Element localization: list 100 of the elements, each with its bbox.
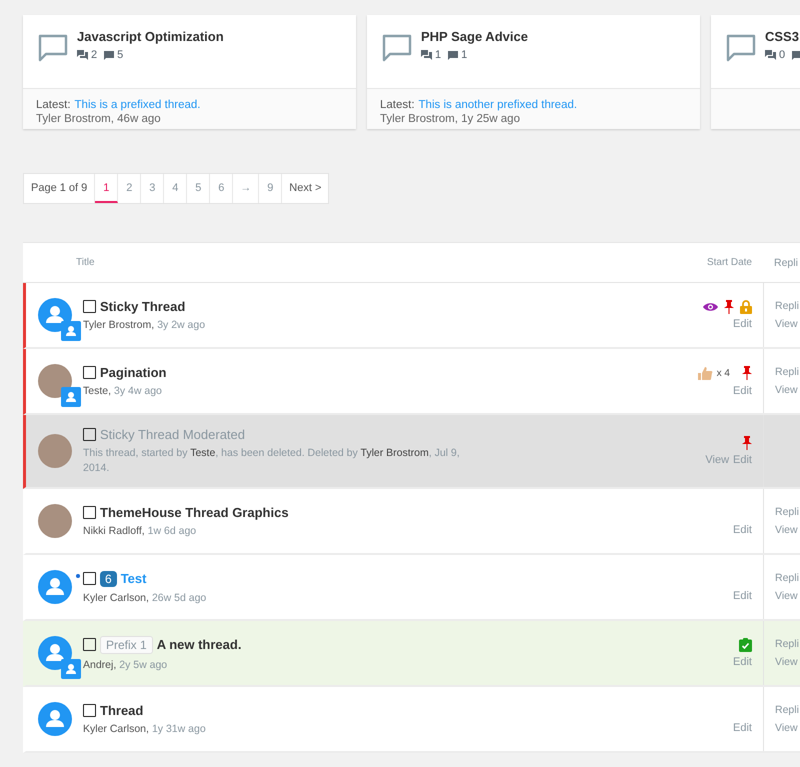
thread-row[interactable]: Sticky Thread Tyler Brostrom, 3y 2w ago Edit Repli View: [23, 283, 800, 349]
photo-placeholder[interactable]: [38, 504, 72, 538]
author-name[interactable]: Tyler Brostrom,: [83, 319, 154, 331]
like-count: x 4: [716, 368, 730, 378]
lock-icon: [740, 300, 752, 314]
pin-icon: [742, 436, 752, 450]
stat-label: Repli: [775, 572, 800, 584]
author-name[interactable]: Kyler Carlson,: [83, 723, 149, 735]
stat-label: View: [775, 590, 799, 602]
post-time: 3y 2w ago: [157, 319, 206, 331]
page-link[interactable]: →: [233, 174, 260, 203]
thread-row[interactable]: Prefix 1 A new thread. Andrej, 2y 5w ago Edit Repli View: [23, 621, 800, 687]
stat-label: View: [775, 384, 799, 396]
thread-title[interactable]: Test: [120, 571, 146, 586]
pin-icon: [742, 366, 752, 380]
eye-icon: [703, 302, 718, 312]
thread-count: 1: [435, 49, 442, 61]
thread-title[interactable]: Thread: [100, 703, 144, 718]
thread-title[interactable]: Pagination: [100, 365, 166, 380]
author-name[interactable]: Teste,: [83, 385, 112, 397]
threads-icon: [77, 50, 88, 60]
stat-label: Repli: [775, 638, 800, 650]
stat-label: View: [775, 722, 799, 734]
action-link[interactable]: Edit: [733, 590, 752, 602]
post-time: 26w 5d ago: [152, 592, 206, 604]
column-header[interactable]: Repli: [774, 256, 800, 268]
speech-bubble-icon: [382, 34, 412, 62]
action-link[interactable]: Edit: [733, 454, 752, 466]
stat-label: Repli: [775, 704, 800, 716]
message-count: 5: [117, 49, 124, 61]
thread-count: 2: [91, 49, 98, 61]
thread-row[interactable]: Thread Kyler Carlson, 1y 31w ago Edit Repli View: [23, 687, 800, 753]
action-link[interactable]: Edit: [733, 318, 752, 330]
select-checkbox[interactable]: [83, 300, 96, 313]
latest-thread-link[interactable]: This is a prefixed thread.: [74, 99, 200, 111]
stat-label: View: [775, 524, 799, 536]
action-link[interactable]: View: [705, 454, 730, 466]
photo-placeholder[interactable]: [38, 364, 72, 398]
author-name[interactable]: Nikki Radloff,: [83, 525, 145, 537]
deleted-message: This thread, started by Teste, has been deleted. Deleted by Tyler Brostrom, Jul 9, 2014.: [83, 446, 461, 476]
select-checkbox[interactable]: [83, 572, 96, 585]
stat-label: View: [775, 656, 799, 668]
message-icon: [448, 50, 458, 60]
author-name[interactable]: Kyler Carlson,: [83, 592, 149, 604]
thread-title[interactable]: Sticky Thread Moderated: [100, 426, 245, 442]
avatar-icon[interactable]: [38, 298, 72, 332]
clipboard-check-icon: [739, 638, 752, 652]
forum-title[interactable]: PHP Sage Advice: [421, 29, 528, 44]
thread-row[interactable]: ThemeHouse Thread Graphics Nikki Radloff, 1w 6d ago Edit Repli View: [23, 489, 800, 555]
next-page-link[interactable]: Next >: [282, 174, 328, 203]
select-checkbox[interactable]: [83, 366, 96, 379]
thread-count: 0: [779, 49, 786, 61]
post-time: 1w 6d ago: [148, 525, 196, 537]
latest-thread-link[interactable]: This is another prefixed thread.: [418, 99, 578, 111]
message-icon: [792, 50, 800, 60]
prefix-label[interactable]: Prefix 1: [100, 636, 153, 654]
page-link[interactable]: 9: [259, 174, 282, 203]
page-label: Page 1 of 9: [24, 174, 96, 203]
threads-icon: [421, 50, 432, 60]
column-header[interactable]: Title: [76, 257, 95, 268]
select-checkbox[interactable]: [83, 704, 96, 717]
latest-label: Latest:: [36, 99, 71, 111]
forum-title[interactable]: CSS3: [765, 29, 800, 44]
page-link[interactable]: 2: [118, 174, 142, 203]
thread-title[interactable]: ThemeHouse Thread Graphics: [100, 505, 289, 520]
page-link[interactable]: 3: [141, 174, 164, 203]
stat-label: Repli: [775, 506, 800, 518]
avatar-icon[interactable]: [38, 636, 72, 670]
stat-label: Repli: [775, 366, 800, 378]
action-link[interactable]: Edit: [733, 384, 752, 396]
author-name[interactable]: Andrej,: [83, 658, 116, 670]
speech-bubble-icon: [726, 34, 756, 62]
action-link[interactable]: Edit: [733, 722, 752, 734]
page-link[interactable]: 4: [164, 174, 188, 203]
column-header[interactable]: Start Date: [706, 257, 752, 268]
thread-row[interactable]: Sticky Thread Moderated This thread, started by Teste, has been deleted. Deleted by Tyler Brostrom, Jul 9, 2014. View Edit: [23, 415, 800, 489]
select-checkbox[interactable]: [83, 638, 96, 651]
page-link[interactable]: 1: [95, 174, 118, 203]
pin-icon: [724, 300, 734, 314]
user-badge-icon: [61, 659, 81, 679]
message-count: 1: [461, 49, 468, 61]
avatar-icon[interactable]: [38, 702, 72, 736]
action-link[interactable]: Edit: [733, 656, 752, 668]
post-time: 1y 31w ago: [152, 723, 206, 735]
page-link[interactable]: 6: [210, 174, 234, 203]
post-time: 3y 4w ago: [114, 385, 162, 397]
speech-bubble-icon: [38, 34, 68, 62]
page-link[interactable]: 5: [187, 174, 210, 203]
forum-title[interactable]: Javascript Optimization: [77, 29, 224, 44]
thumbs-up-icon: [696, 366, 713, 380]
user-badge-icon: [61, 387, 81, 407]
action-link[interactable]: Edit: [733, 524, 752, 536]
avatar-icon[interactable]: [38, 570, 72, 604]
select-checkbox[interactable]: [83, 428, 96, 441]
thread-title[interactable]: A new thread.: [156, 637, 242, 652]
latest-meta: Tyler Brostrom, 1y 25w ago: [380, 113, 521, 125]
thread-title[interactable]: Sticky Thread: [100, 299, 186, 314]
message-icon: [104, 50, 114, 60]
stat-label: Repli: [775, 300, 800, 312]
select-checkbox[interactable]: [83, 506, 96, 519]
